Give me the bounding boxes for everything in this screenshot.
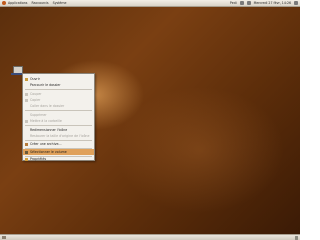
- blank-icon: [25, 114, 28, 117]
- menu-applications[interactable]: Applications: [8, 1, 27, 5]
- menu-separator: [25, 125, 92, 126]
- menu-separator: [25, 110, 92, 111]
- folder-icon: [25, 77, 28, 81]
- menu-item-select-volume[interactable]: Sélectionner le volume: [23, 149, 94, 155]
- menu-item-properties[interactable]: Propriétés: [23, 156, 94, 162]
- menu-item-label: Créer une archive…: [30, 142, 62, 146]
- menu-item-label: Parcourir le dossier: [30, 83, 61, 87]
- blank-icon: [25, 135, 28, 138]
- blank-icon: [25, 129, 28, 132]
- power-icon[interactable]: [294, 1, 298, 5]
- user-name[interactable]: Pedi: [230, 1, 237, 5]
- top-panel: Applications Raccourcis Système Pedi Mer…: [0, 0, 300, 7]
- network-icon[interactable]: [239, 1, 244, 5]
- menu-item-label: Sélectionner le volume: [30, 150, 67, 154]
- blank-icon: [25, 84, 28, 87]
- eject-icon: [25, 150, 28, 154]
- menu-item-paste-into-folder[interactable]: Coller dans le dossier: [23, 103, 94, 109]
- menu-item-label: Propriétés: [30, 157, 47, 161]
- ubuntu-logo-icon: [2, 1, 6, 5]
- menu-item-label: Copier: [30, 98, 41, 102]
- desktop-drive-icon[interactable]: [11, 66, 25, 75]
- trash-icon[interactable]: [295, 235, 298, 240]
- archive-icon: [25, 142, 28, 146]
- system-tray: Pedi Mercredi 27 févr, 14:26: [227, 1, 298, 5]
- blank-icon: [25, 105, 28, 108]
- menu-item-label: Mettre à la corbeille: [30, 119, 62, 123]
- menu-item-restore-icon-size[interactable]: Restaurer la taille d'origine de l'icône: [23, 133, 94, 139]
- menu-item-label: Couper: [30, 92, 42, 96]
- menu-item-label: Supprimer: [30, 113, 47, 117]
- menu-places[interactable]: Raccourcis: [31, 1, 48, 5]
- copy-icon: [25, 98, 28, 102]
- menu-item-browse-folder[interactable]: Parcourir le dossier: [23, 82, 94, 88]
- menu-item-move-to-trash[interactable]: Mettre à la corbeille: [23, 118, 94, 124]
- properties-icon: [25, 157, 28, 161]
- menu-separator: [25, 89, 92, 90]
- cut-icon: [25, 92, 28, 96]
- context-menu: Ouvrir Parcourir le dossier Couper Copie…: [22, 73, 95, 161]
- clock[interactable]: Mercredi 27 févr, 14:26: [254, 1, 291, 5]
- menu-item-create-archive[interactable]: Créer une archive…: [23, 141, 94, 147]
- volume-icon[interactable]: [246, 1, 251, 5]
- menu-item-label: Coller dans le dossier: [30, 104, 65, 108]
- menu-item-label: Restaurer la taille d'origine de l'icône: [30, 134, 90, 138]
- menu-system[interactable]: Système: [53, 1, 67, 5]
- menu-item-label: Redimensionner l'icône: [30, 128, 68, 132]
- bottom-panel: [0, 234, 300, 240]
- trash-icon: [25, 119, 28, 123]
- show-desktop-icon[interactable]: [2, 236, 6, 239]
- menu-item-label: Ouvrir: [30, 77, 40, 81]
